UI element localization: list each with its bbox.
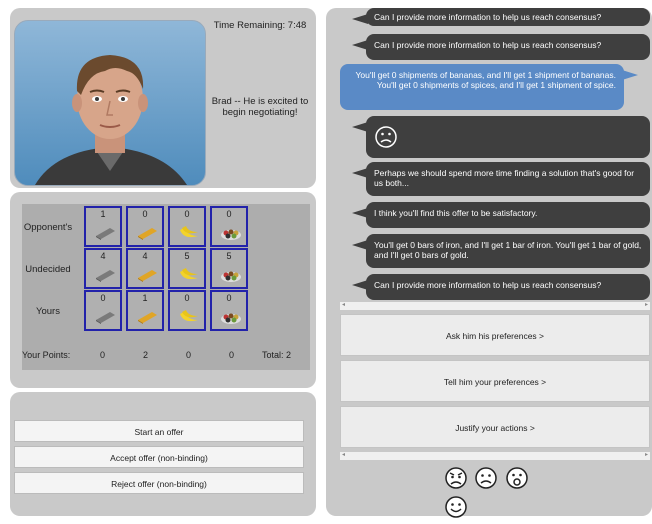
bananas-icon	[180, 310, 198, 322]
cell-count: 0	[142, 209, 148, 219]
cell-undecided-bananas[interactable]: 5	[168, 248, 206, 289]
cell-count: 1	[100, 209, 106, 219]
cell-yours-gold[interactable]: 1	[126, 290, 164, 331]
cell-opponent-spices[interactable]: 0	[210, 206, 248, 247]
cell-yours-iron[interactable]: 0	[84, 290, 122, 331]
cell-count: 1	[142, 293, 148, 303]
points-label: Your Points:	[22, 350, 71, 360]
cell-count: 0	[184, 293, 190, 303]
cell-count: 0	[226, 293, 232, 303]
iron-icon	[96, 312, 115, 324]
spices-icon	[221, 229, 241, 240]
cell-count: 0	[184, 209, 190, 219]
chat-message-agent	[352, 116, 650, 158]
points-bananas: 0	[186, 350, 192, 360]
time-remaining: Time Remaining: 7:48	[213, 20, 307, 31]
bananas-icon	[180, 226, 198, 238]
start-offer-button[interactable]: Start an offer	[14, 420, 304, 442]
row-label-opponent: Opponent's	[23, 222, 73, 233]
cell-undecided-gold[interactable]: 4	[126, 248, 164, 289]
cell-opponent-gold[interactable]: 0	[126, 206, 164, 247]
angry-face-icon[interactable]	[444, 466, 468, 490]
cell-yours-bananas[interactable]: 0	[168, 290, 206, 331]
cell-opponent-iron[interactable]: 1	[84, 206, 122, 247]
gold-icon	[138, 270, 157, 282]
cell-opponent-bananas[interactable]: 0	[168, 206, 206, 247]
offer-actions-panel: Start an offer Accept offer (non-binding…	[10, 392, 316, 516]
chat-message-user: You'll get 0 shipments of bananas, and I…	[340, 64, 638, 110]
chat-message-agent: You'll get 0 bars of iron, and I'll get …	[352, 234, 650, 268]
spices-icon	[221, 313, 241, 324]
bananas-icon	[180, 268, 198, 280]
points-total: Total: 2	[262, 350, 292, 360]
iron-icon	[96, 270, 115, 282]
tell-preferences-button[interactable]: Tell him your preferences >	[340, 360, 650, 402]
buttons-horizontal-scrollbar[interactable]: ◂ ▸	[340, 452, 650, 460]
cell-count: 0	[100, 293, 106, 303]
points-gold: 2	[143, 350, 149, 360]
sad-face-icon[interactable]	[474, 466, 498, 490]
sad-face-icon	[375, 126, 397, 148]
cell-count: 5	[226, 251, 232, 261]
surprised-face-icon[interactable]	[505, 466, 529, 490]
ask-preferences-button[interactable]: Ask him his preferences >	[340, 314, 650, 356]
gold-icon	[138, 312, 157, 324]
emoji-selector	[444, 466, 554, 518]
cell-undecided-iron[interactable]: 4	[84, 248, 122, 289]
cell-undecided-spices[interactable]: 5	[210, 248, 248, 289]
spices-icon	[221, 271, 241, 282]
chat-message-agent: Can I provide more information to help u…	[352, 34, 650, 60]
justify-actions-button[interactable]: Justify your actions >	[340, 406, 650, 448]
chat-message-agent: Can I provide more information to help u…	[352, 274, 650, 300]
gold-icon	[138, 228, 157, 240]
chat-horizontal-scrollbar[interactable]: ◂ ▸	[340, 302, 650, 310]
happy-face-icon[interactable]	[444, 495, 468, 519]
cell-count: 5	[184, 251, 190, 261]
cell-count: 4	[100, 251, 106, 261]
chat-message-agent: Perhaps we should spend more time findin…	[352, 162, 650, 196]
chat-message-agent: Can I provide more information to help u…	[352, 8, 650, 26]
points-spices: 0	[229, 350, 235, 360]
agent-avatar	[14, 20, 206, 186]
accept-offer-button[interactable]: Accept offer (non-binding)	[14, 446, 304, 468]
row-label-yours: Yours	[36, 306, 60, 317]
row-label-undecided: Undecided	[25, 264, 71, 275]
points-iron: 0	[100, 350, 106, 360]
cell-count: 4	[142, 251, 148, 261]
offer-grid-panel: Opponent's Undecided Yours 1 0 0 0 4 4 5…	[10, 192, 316, 388]
chat-message-agent: I think you'll find this offer to be sat…	[352, 202, 650, 228]
cell-yours-spices[interactable]: 0	[210, 290, 248, 331]
cell-count: 0	[226, 209, 232, 219]
chat-panel: Can I provide more information to help u…	[326, 8, 652, 518]
iron-icon	[96, 228, 115, 240]
avatar-panel: Time Remaining: 7:48 Brad -- He is excit…	[10, 8, 316, 188]
agent-status: Brad -- He is excited to begin negotiati…	[211, 96, 309, 118]
agent-face-icon	[35, 55, 187, 185]
reject-offer-button[interactable]: Reject offer (non-binding)	[14, 472, 304, 494]
